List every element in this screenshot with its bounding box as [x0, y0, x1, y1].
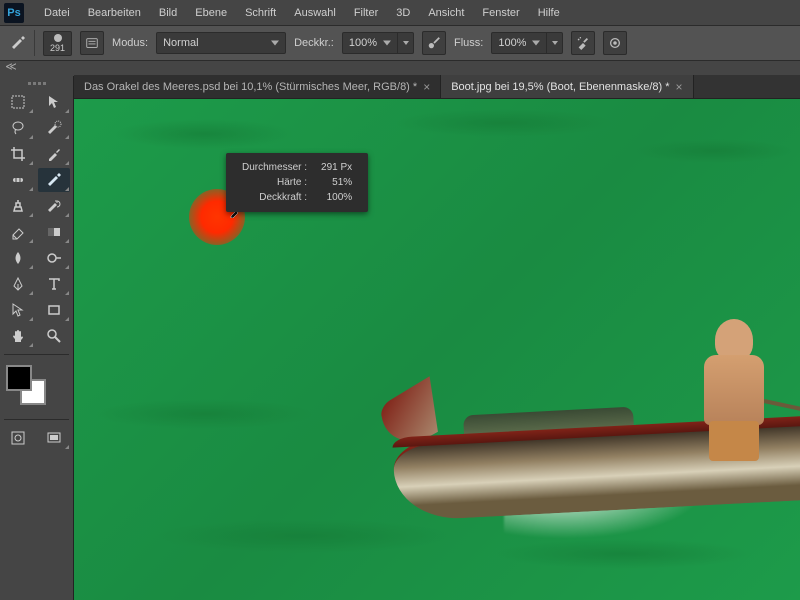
brush-tool[interactable] [38, 168, 70, 192]
menu-schrift[interactable]: Schrift [237, 3, 284, 23]
zoom-tool[interactable] [38, 324, 70, 348]
hud-hardness-value: 51% [313, 176, 356, 189]
marquee-tool[interactable] [2, 90, 34, 114]
flow-label: Fluss: [454, 37, 483, 49]
tab-label: Das Orakel des Meeres.psd bei 10,1% (Stü… [84, 81, 417, 93]
history-brush-tool[interactable] [38, 194, 70, 218]
wave-decoration [94, 399, 314, 429]
move-tool[interactable] [38, 90, 70, 114]
wave-decoration [114, 119, 294, 149]
wave-decoration [394, 109, 614, 137]
menu-filter[interactable]: Filter [346, 3, 386, 23]
menubar: Ps Datei Bearbeiten Bild Ebene Schrift A… [0, 0, 800, 25]
quick-selection-tool[interactable] [38, 116, 70, 140]
document-tabbar: Das Orakel des Meeres.psd bei 10,1% (Stü… [74, 75, 800, 99]
pen-tool[interactable] [2, 272, 34, 296]
hud-diameter-value: 291 Px [313, 161, 356, 174]
rectangle-shape-tool[interactable] [38, 298, 70, 322]
crop-tool[interactable] [2, 142, 34, 166]
blend-mode-label: Modus: [112, 37, 148, 49]
close-icon[interactable]: × [676, 80, 683, 94]
brush-size-value: 291 [50, 43, 65, 53]
hud-diameter-label: Durchmesser : [238, 161, 311, 174]
wave-decoration [494, 539, 754, 569]
gradient-tool[interactable] [38, 220, 70, 244]
screen-mode-toggle[interactable] [38, 426, 70, 450]
quick-mask-toggle[interactable] [2, 426, 34, 450]
path-selection-tool[interactable] [2, 298, 34, 322]
canvas[interactable]: Durchmesser :291 Px Härte :51% Deckkraft… [74, 99, 800, 600]
menu-hilfe[interactable]: Hilfe [530, 3, 568, 23]
menu-bearbeiten[interactable]: Bearbeiten [80, 3, 149, 23]
wave-decoration [634, 139, 794, 163]
brush-dot-icon [54, 34, 62, 42]
toolbox-grabber[interactable] [2, 78, 72, 88]
brush-tool-indicator-icon[interactable] [10, 35, 26, 51]
blur-tool[interactable] [2, 246, 34, 270]
blend-mode-dropdown[interactable]: Normal [156, 32, 286, 54]
brush-size-picker[interactable]: 291 [43, 31, 72, 56]
document-tab-2[interactable]: Boot.jpg bei 19,5% (Boot, Ebenenmaske/8)… [441, 75, 693, 98]
collapse-bar: ≪ [0, 61, 800, 75]
menu-3d[interactable]: 3D [388, 3, 418, 23]
menu-fenster[interactable]: Fenster [474, 3, 527, 23]
menu-ansicht[interactable]: Ansicht [420, 3, 472, 23]
brush-panel-toggle[interactable] [80, 31, 104, 55]
blend-mode-value: Normal [163, 37, 198, 49]
flow-input[interactable]: 100% [491, 32, 547, 54]
toolbox [0, 76, 74, 600]
options-bar: 291 Modus: Normal Deckkr.: 100% Fluss: 1… [0, 25, 800, 61]
healing-brush-tool[interactable] [2, 168, 34, 192]
separator [34, 30, 35, 56]
hand-tool[interactable] [2, 324, 34, 348]
app-logo: Ps [4, 3, 24, 23]
menu-bild[interactable]: Bild [151, 3, 185, 23]
hud-hardness-label: Härte : [238, 176, 311, 189]
foreground-color-swatch[interactable] [6, 365, 32, 391]
pressure-size-toggle[interactable] [603, 31, 627, 55]
color-swatches[interactable] [6, 365, 48, 407]
opacity-slider-toggle[interactable] [398, 32, 414, 54]
menu-ebene[interactable]: Ebene [187, 3, 235, 23]
close-icon[interactable]: × [423, 80, 430, 94]
lasso-tool[interactable] [2, 116, 34, 140]
eraser-tool[interactable] [2, 220, 34, 244]
collapse-toolbar-button[interactable]: ≪ [4, 61, 18, 71]
tab-label: Boot.jpg bei 19,5% (Boot, Ebenenmaske/8)… [451, 81, 669, 93]
menu-datei[interactable]: Datei [36, 3, 78, 23]
document-tab-1[interactable]: Das Orakel des Meeres.psd bei 10,1% (Stü… [74, 75, 441, 98]
flow-slider-toggle[interactable] [547, 32, 563, 54]
flow-value: 100% [498, 37, 526, 49]
menu-auswahl[interactable]: Auswahl [286, 3, 344, 23]
airbrush-toggle[interactable] [571, 31, 595, 55]
type-tool[interactable] [38, 272, 70, 296]
dodge-tool[interactable] [38, 246, 70, 270]
boat-image [354, 319, 800, 539]
opacity-input[interactable]: 100% [342, 32, 398, 54]
clone-stamp-tool[interactable] [2, 194, 34, 218]
hud-opacity-value: 100% [313, 191, 356, 204]
opacity-value: 100% [349, 37, 377, 49]
opacity-label: Deckkr.: [294, 37, 334, 49]
eyedropper-tool[interactable] [38, 142, 70, 166]
brush-hud: Durchmesser :291 Px Härte :51% Deckkraft… [226, 153, 368, 212]
pressure-opacity-toggle[interactable] [422, 31, 446, 55]
hud-opacity-label: Deckkraft : [238, 191, 311, 204]
